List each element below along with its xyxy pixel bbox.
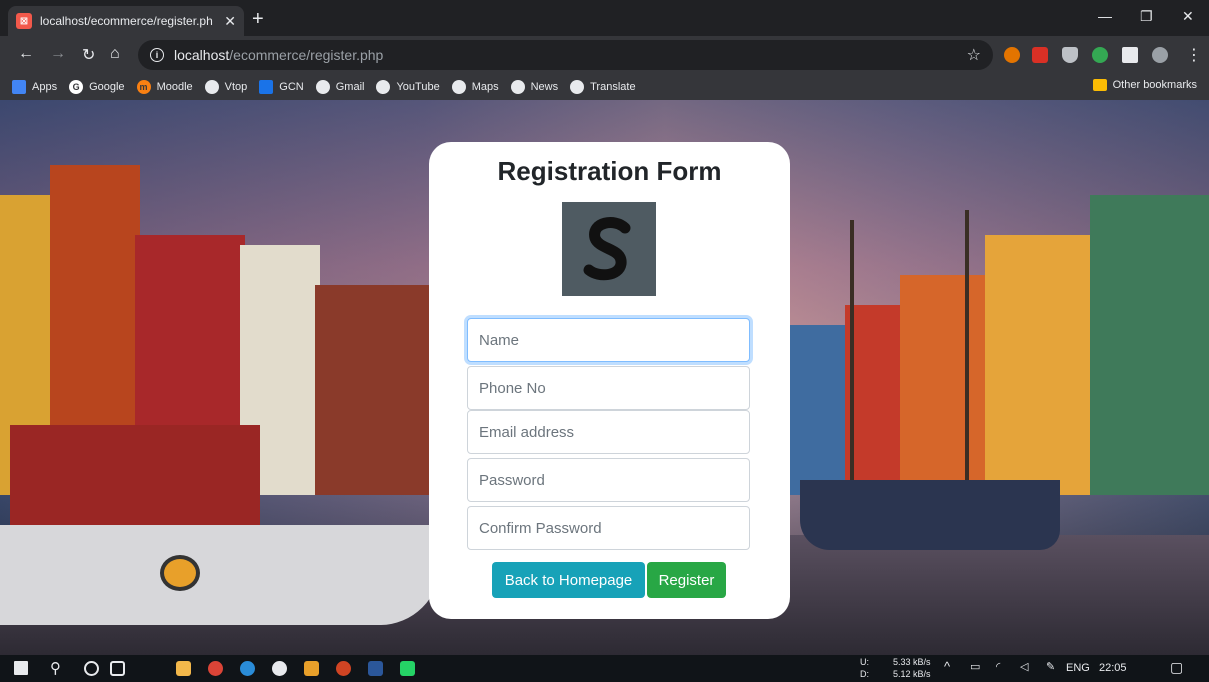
bookmark-gcn[interactable]: GCN bbox=[259, 80, 304, 94]
cortana-icon[interactable] bbox=[84, 661, 99, 676]
phone-field[interactable] bbox=[467, 366, 750, 410]
back-to-homepage-button[interactable]: Back to Homepage bbox=[492, 562, 645, 598]
page-viewport: Registration Form Back to Homepage Regis… bbox=[0, 100, 1209, 655]
whatsapp-icon[interactable] bbox=[400, 661, 415, 676]
minimize-button[interactable]: — bbox=[1098, 8, 1112, 24]
building bbox=[985, 235, 1095, 495]
password-field[interactable] bbox=[467, 458, 750, 502]
bookmark-gmail[interactable]: Gmail bbox=[315, 80, 364, 94]
bookmark-translate[interactable]: Translate bbox=[570, 80, 636, 94]
pen-icon[interactable]: ✎ bbox=[1046, 660, 1055, 673]
edge-icon[interactable] bbox=[240, 661, 255, 676]
bookmark-google[interactable]: G Google bbox=[69, 80, 125, 94]
logo-image bbox=[562, 202, 656, 296]
puzzle-extensions-icon[interactable] bbox=[1122, 47, 1138, 63]
bookmark-apps[interactable]: Apps bbox=[12, 80, 57, 94]
net-download-speed: 5.12 kB/s bbox=[893, 669, 931, 679]
url-text: localhost/ecommerce/register.php bbox=[174, 47, 384, 63]
bookmark-vtop[interactable]: Vtop bbox=[204, 80, 247, 94]
menu-kebab-icon[interactable]: ⋮ bbox=[1186, 45, 1202, 65]
google-icon: G bbox=[69, 80, 84, 94]
building bbox=[900, 275, 990, 495]
task-view-icon[interactable] bbox=[110, 661, 125, 676]
wifi-icon[interactable]: ◜ bbox=[996, 660, 1000, 673]
file-explorer-icon[interactable] bbox=[176, 661, 191, 676]
globe-icon bbox=[315, 80, 330, 94]
name-field[interactable] bbox=[467, 318, 750, 362]
info-icon[interactable]: i bbox=[150, 48, 164, 62]
registration-card: Registration Form Back to Homepage Regis… bbox=[429, 142, 790, 619]
chrome-icon[interactable] bbox=[208, 661, 223, 676]
register-button[interactable]: Register bbox=[647, 562, 726, 598]
globe-icon bbox=[376, 80, 391, 94]
building bbox=[845, 305, 905, 495]
word-icon[interactable] bbox=[368, 661, 383, 676]
chevron-up-icon[interactable]: ^ bbox=[944, 659, 950, 674]
clock[interactable]: 22:05 bbox=[1099, 662, 1127, 674]
volume-icon[interactable]: ◁ bbox=[1020, 660, 1028, 673]
profile-avatar-icon[interactable] bbox=[1152, 47, 1168, 63]
bookmark-youtube[interactable]: YouTube bbox=[376, 80, 440, 94]
app-icon[interactable] bbox=[304, 661, 319, 676]
xampp-favicon-icon: ⊠ bbox=[16, 13, 32, 29]
tab-strip: ⊠ localhost/ecommerce/register.ph ✕ + — … bbox=[0, 0, 1209, 36]
tab-close-icon[interactable]: ✕ bbox=[224, 13, 236, 30]
net-up-label: U: bbox=[860, 657, 869, 667]
language-indicator[interactable]: ENG bbox=[1066, 662, 1090, 674]
email-field[interactable] bbox=[467, 410, 750, 454]
home-icon[interactable]: ⌂ bbox=[110, 45, 120, 63]
building bbox=[1090, 195, 1209, 495]
shield-extension-icon[interactable] bbox=[1062, 47, 1078, 63]
building bbox=[790, 325, 850, 495]
browser-toolbar: ← → ↻ ⌂ i localhost/ecommerce/register.p… bbox=[0, 36, 1209, 74]
boat bbox=[0, 375, 440, 625]
confirm-password-field[interactable] bbox=[467, 506, 750, 550]
folder-icon bbox=[1092, 79, 1107, 91]
notification-icon[interactable]: ▢ bbox=[1170, 659, 1183, 676]
adblock-icon[interactable] bbox=[1032, 47, 1048, 63]
restore-button[interactable]: ❐ bbox=[1140, 8, 1153, 25]
globe-icon bbox=[204, 80, 219, 94]
gcn-icon bbox=[259, 80, 274, 94]
bookmark-moodle[interactable]: m Moodle bbox=[136, 80, 193, 94]
close-window-button[interactable]: ✕ bbox=[1182, 8, 1194, 25]
search-icon[interactable]: ⚲ bbox=[50, 659, 61, 677]
powerpoint-icon[interactable] bbox=[336, 661, 351, 676]
reload-icon[interactable]: ↻ bbox=[82, 45, 95, 65]
extension-icon[interactable] bbox=[1092, 47, 1108, 63]
address-bar[interactable]: i localhost/ecommerce/register.php ☆ bbox=[138, 40, 993, 70]
bookmark-news[interactable]: News bbox=[510, 80, 558, 94]
extension-icon[interactable] bbox=[1004, 47, 1020, 63]
globe-icon bbox=[570, 80, 585, 94]
apps-grid-icon bbox=[12, 80, 26, 94]
other-bookmarks[interactable]: Other bookmarks bbox=[1092, 79, 1197, 91]
battery-icon[interactable]: ▭ bbox=[970, 660, 980, 673]
net-down-label: D: bbox=[860, 669, 869, 679]
moodle-icon: m bbox=[136, 80, 151, 94]
forward-arrow-icon[interactable]: → bbox=[50, 45, 66, 63]
globe-icon bbox=[451, 80, 466, 94]
bookmarks-bar: Apps G Google m Moodle Vtop GCN Gmail YouT… bbox=[0, 74, 1209, 100]
bookmark-star-icon[interactable]: ☆ bbox=[967, 45, 981, 65]
new-tab-button[interactable]: + bbox=[252, 8, 264, 31]
form-title: Registration Form bbox=[497, 156, 722, 186]
app-icon[interactable] bbox=[272, 661, 287, 676]
s-logo-icon bbox=[583, 217, 631, 281]
net-upload-speed: 5.33 kB/s bbox=[893, 657, 931, 667]
windows-taskbar: ⚲ U: D: 5.33 kB/s 5.12 kB/s ^ ▭ ◜ ◁ ✎ EN… bbox=[0, 655, 1209, 682]
windows-start-icon[interactable] bbox=[14, 661, 28, 675]
back-arrow-icon[interactable]: ← bbox=[18, 45, 34, 63]
boat bbox=[800, 480, 1060, 550]
tab-title: localhost/ecommerce/register.ph bbox=[40, 14, 213, 28]
browser-tab[interactable]: ⊠ localhost/ecommerce/register.ph ✕ bbox=[8, 6, 244, 36]
globe-icon bbox=[510, 80, 525, 94]
bookmark-maps[interactable]: Maps bbox=[451, 80, 499, 94]
